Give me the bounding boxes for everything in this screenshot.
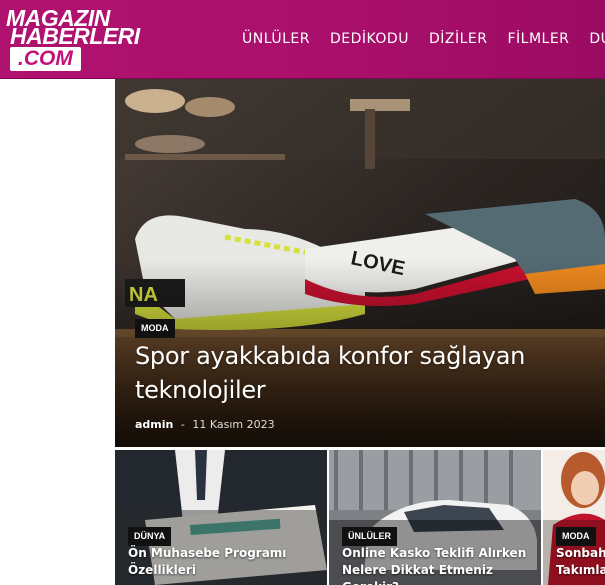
article-card[interactable]: MODA Sonbaha Takımla: [543, 450, 605, 585]
article-author[interactable]: admin: [135, 418, 173, 431]
logo-text-domain: .COM: [10, 47, 81, 71]
main-nav: ÜNLÜLER DEDİKODU DİZİLER FİLMLER DU: [242, 30, 605, 48]
article-card[interactable]: DÜNYA Ön Muhasebe Programı Özellikleri: [115, 450, 327, 585]
article-card-title[interactable]: Ön Muhasebe Programı Özellikleri: [128, 545, 318, 579]
nav-item-dedikodu[interactable]: DEDİKODU: [330, 30, 409, 48]
featured-article-title[interactable]: Spor ayakkabıda konfor sağlayan teknoloj…: [135, 339, 585, 407]
nav-item-diziler[interactable]: DİZİLER: [429, 30, 488, 48]
category-badge[interactable]: MODA: [556, 527, 596, 546]
site-header: MAGAZIN HABERLERI .COM ÜNLÜLER DEDİKODU …: [0, 0, 605, 79]
category-badge[interactable]: MODA: [135, 319, 175, 338]
nav-item-unluler[interactable]: ÜNLÜLER: [242, 30, 310, 48]
category-badge[interactable]: DÜNYA: [128, 527, 172, 546]
featured-article[interactable]: NA LOVE MODA Spor ayakkabıda konfor sağl…: [115, 79, 605, 447]
article-card-title[interactable]: Sonbaha Takımla: [556, 545, 605, 579]
logo-text-middle: HABERLERI: [10, 23, 140, 49]
nav-item-du[interactable]: DU: [589, 30, 605, 48]
site-logo[interactable]: MAGAZIN HABERLERI .COM: [6, 7, 152, 71]
article-card-title[interactable]: Online Kasko Teklifi Alırken Nelere Dikk…: [342, 545, 537, 585]
article-date: 11 Kasım 2023: [192, 418, 275, 431]
category-badge[interactable]: ÜNLÜLER: [342, 527, 397, 546]
article-meta: admin - 11 Kasım 2023: [135, 419, 275, 431]
nav-item-filmler[interactable]: FİLMLER: [507, 30, 569, 48]
article-card[interactable]: ÜNLÜLER Online Kasko Teklifi Alırken Nel…: [329, 450, 541, 585]
meta-separator: -: [180, 418, 185, 431]
